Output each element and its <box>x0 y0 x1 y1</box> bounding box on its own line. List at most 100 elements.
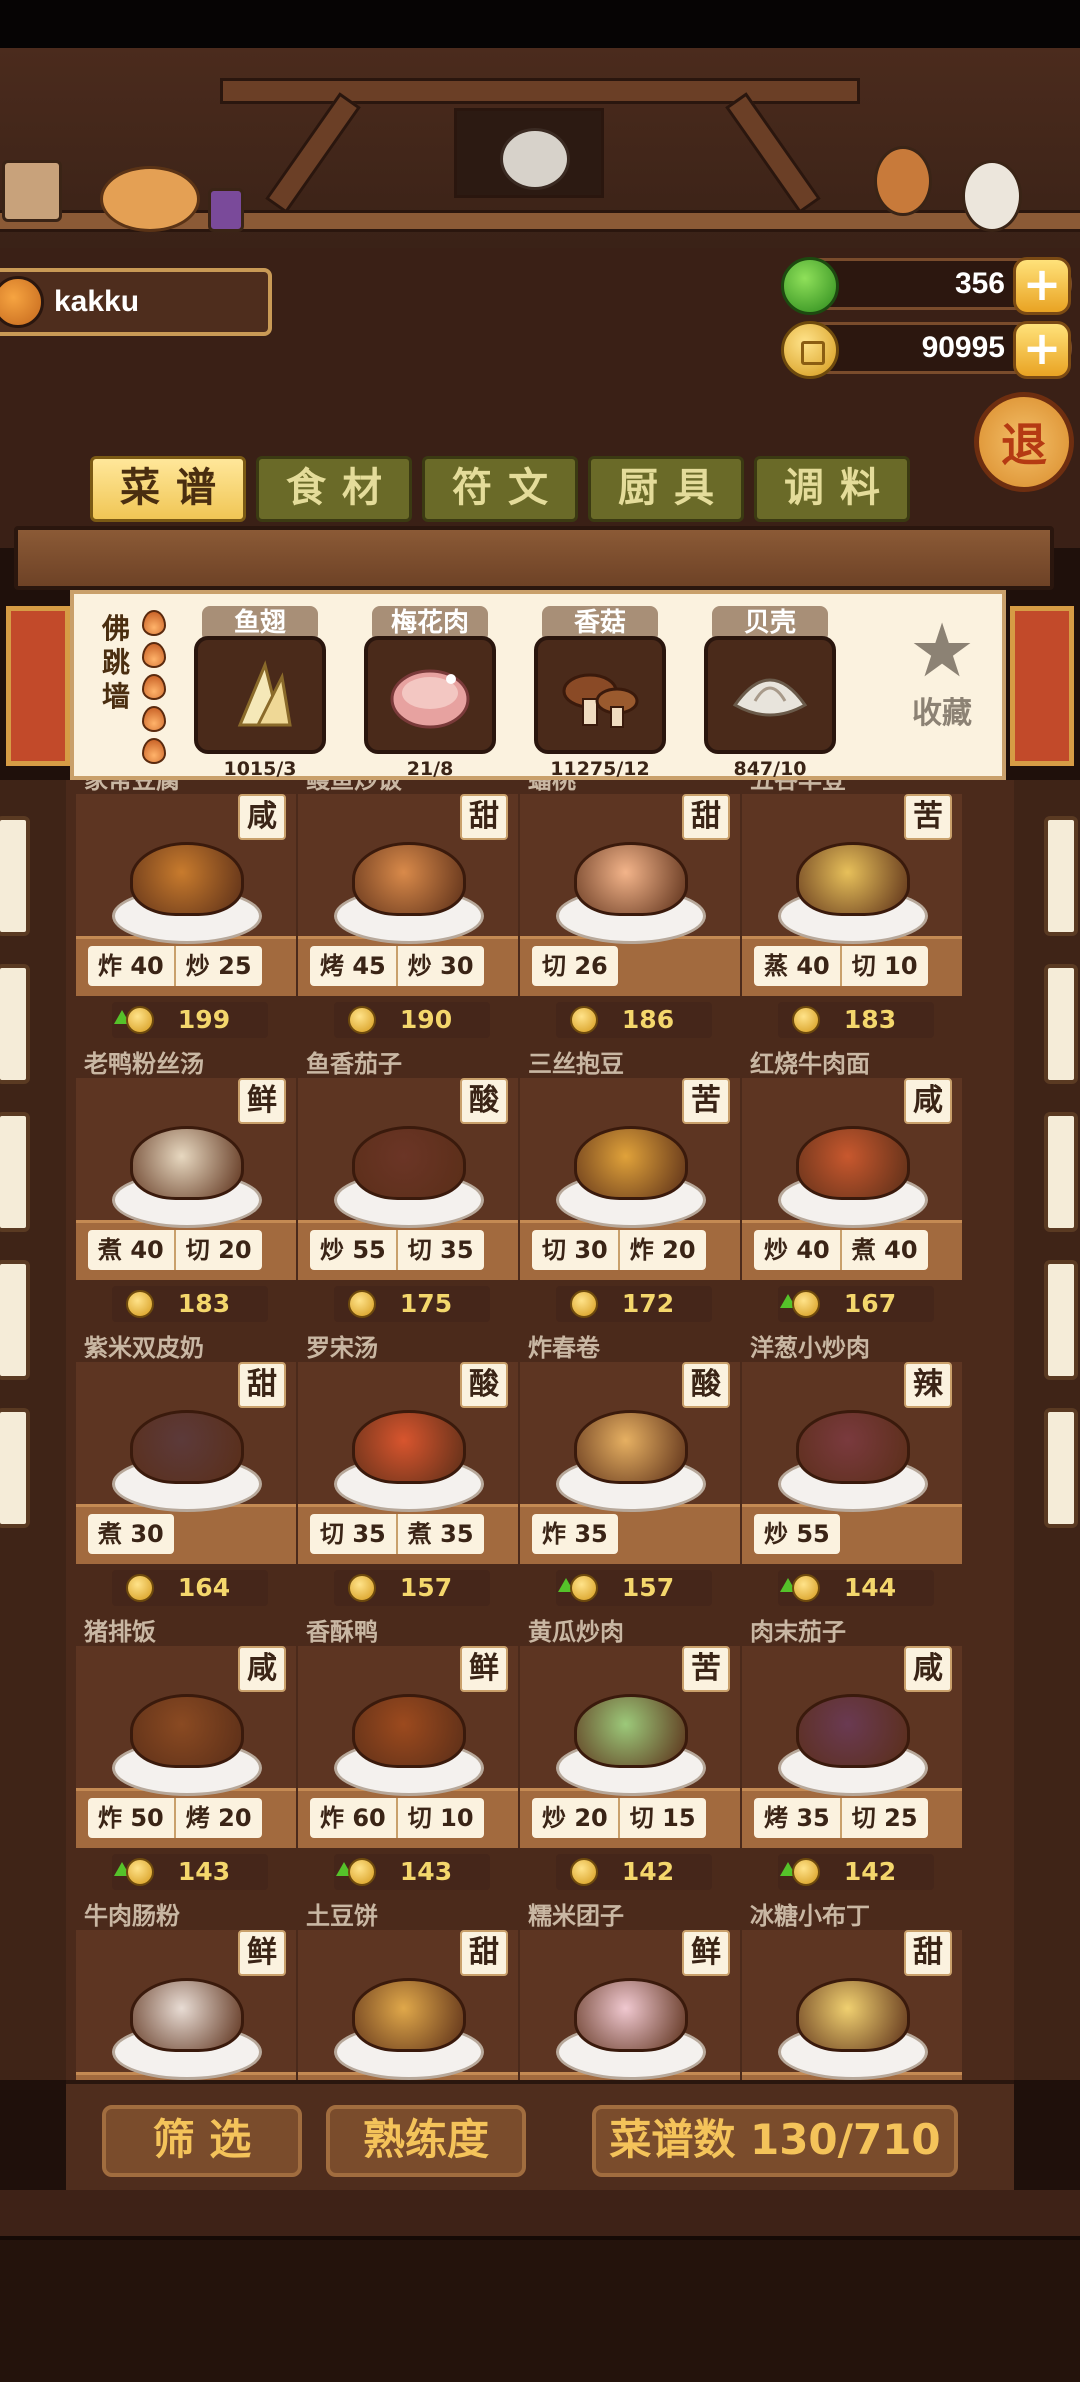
recipe-card[interactable]: 猪排饭咸炸 50 烤 20 143 <box>76 1610 296 1890</box>
player-card[interactable]: kakku <box>0 268 272 336</box>
price-value: 157 <box>621 1573 675 1602</box>
exit-button[interactable]: 退 <box>974 392 1074 492</box>
skill-value: 切 25 <box>839 1798 928 1838</box>
ingredient-slot[interactable]: 香菇 11275/12 <box>530 606 670 780</box>
mastery-button[interactable]: 熟练度 <box>326 2105 526 2177</box>
skill-value: 切 10 <box>839 946 928 986</box>
recipe-card[interactable]: 鳗鱼炒饭甜烤 45 炒 30 190 <box>298 780 518 1038</box>
coin-amount: 90995 <box>921 331 1005 364</box>
price-tag: 175 <box>334 1286 490 1322</box>
skill-value: 切 26 <box>542 952 608 980</box>
tab-recipes[interactable]: 菜谱 <box>90 456 246 522</box>
skill-value: 炸 20 <box>617 1230 706 1270</box>
orange-cat <box>100 166 200 232</box>
skill-value: 炒 25 <box>173 946 262 986</box>
recipe-card[interactable]: 罗宋汤酸切 35 煮 35 157 <box>298 1326 518 1606</box>
price-tag: 164 <box>112 1570 268 1606</box>
ingredient-slot[interactable]: 梅花肉 21/8 <box>360 606 500 780</box>
skill-value: 切 20 <box>173 1230 262 1270</box>
food <box>796 1694 910 1768</box>
skill-requirements: 切 35 煮 35 <box>310 1514 484 1554</box>
skill-value: 煮 40 <box>839 1230 928 1270</box>
recipe-name: 罗宋汤 <box>306 1334 378 1362</box>
tab-cookware[interactable]: 厨具 <box>588 456 744 522</box>
food <box>352 842 466 916</box>
recipe-card[interactable]: 家常豆腐咸炸 40 炒 25 199 <box>76 780 296 1038</box>
dish-detail-panel: 佛跳墙 鱼翅 1015/3 梅花肉 21/8 香菇 11275/12 贝壳 84… <box>70 590 1006 780</box>
player-avatar[interactable] <box>0 276 44 328</box>
skill-requirements: 煮 30 <box>88 1514 174 1554</box>
skill-value: 炒 30 <box>395 946 484 986</box>
recipe-card[interactable]: 牛肉肠粉鲜 <box>76 1894 296 2080</box>
tab-seasonings[interactable]: 调料 <box>754 456 910 522</box>
recipe-card[interactable]: 鱼香茄子酸炒 55 切 35 175 <box>298 1042 518 1322</box>
dish-icon <box>556 1118 706 1228</box>
price-value: 157 <box>399 1573 453 1602</box>
roof-strut <box>725 92 821 214</box>
price-tag: 157 <box>556 1570 712 1606</box>
recipe-count-button[interactable]: 菜谱数 130/710 <box>592 2105 958 2177</box>
recipe-name: 三丝抱豆 <box>528 1050 624 1078</box>
food <box>796 1410 910 1484</box>
coin-icon <box>792 1574 820 1602</box>
ingredient-slot[interactable]: 贝壳 847/10 <box>700 606 840 780</box>
recipe-card[interactable]: 糯米团子鲜 <box>520 1894 740 2080</box>
ingredient-slot[interactable]: 鱼翅 1015/3 <box>190 606 330 780</box>
filter-button[interactable]: 筛 选 <box>102 2105 302 2177</box>
food <box>574 1694 688 1768</box>
food <box>574 842 688 916</box>
skill-requirements: 炸 60 切 10 <box>310 1798 484 1838</box>
recipe-card[interactable]: 冰糖小布丁甜 <box>742 1894 962 2080</box>
tab-runes[interactable]: 符文 <box>422 456 578 522</box>
difficulty-flames <box>142 610 168 770</box>
recipe-card[interactable]: 肉末茄子咸烤 35 切 25 142 <box>742 1610 962 1890</box>
add-gems-button[interactable]: + <box>1013 257 1071 315</box>
recipe-card[interactable]: 三丝抱豆苦切 30 炸 20 172 <box>520 1042 740 1322</box>
dish-icon <box>556 1686 706 1796</box>
food <box>130 1126 244 1200</box>
recipe-card[interactable]: 香酥鸭鲜炸 60 切 10 143 <box>298 1610 518 1890</box>
add-coins-button[interactable]: + <box>1013 321 1071 379</box>
flame-icon <box>142 738 166 764</box>
food <box>130 1410 244 1484</box>
tab-ingredients[interactable]: 食材 <box>256 456 412 522</box>
ingredient-count: 847/10 <box>733 758 807 780</box>
dish-icon <box>334 1118 484 1228</box>
skill-value: 切 10 <box>395 1798 484 1838</box>
favorite-button[interactable]: ★ 收藏 <box>902 614 982 732</box>
recipe-card[interactable]: 老鸭粉丝汤鲜煮 40 切 20 183 <box>76 1042 296 1322</box>
recipe-card[interactable]: 五谷丰登苦蒸 40 切 10 183 <box>742 780 962 1038</box>
recipe-card[interactable]: 蟠桃甜切 26 186 <box>520 780 740 1038</box>
shark-fin-icon <box>194 636 326 754</box>
floor-board <box>0 2190 1080 2240</box>
flame-icon <box>142 610 166 636</box>
side-door <box>0 816 30 936</box>
skill-requirements: 炒 20 切 15 <box>532 1798 706 1838</box>
recipe-card[interactable]: 炸春卷酸炸 35 157 <box>520 1326 740 1606</box>
price-tag: 190 <box>334 1002 490 1038</box>
price-tag: 144 <box>778 1570 934 1606</box>
gem-counter: 356 + <box>781 257 1072 315</box>
recipe-card[interactable]: 红烧牛肉面咸炒 40 煮 40 167 <box>742 1042 962 1322</box>
coin-icon <box>126 1006 154 1034</box>
recipe-card[interactable]: 洋葱小炒肉辣炒 55 144 <box>742 1326 962 1606</box>
skill-value: 切 30 <box>542 1236 608 1264</box>
price-value: 199 <box>177 1005 231 1034</box>
price-value: 172 <box>621 1289 675 1318</box>
dish-icon <box>112 1970 262 2080</box>
skill-requirements: 切 30 炸 20 <box>532 1230 706 1270</box>
coin-counter: 90995 + <box>781 321 1072 379</box>
recipe-name: 鳗鱼炒饭 <box>306 780 402 794</box>
skill-value: 切 35 <box>395 1230 484 1270</box>
skill-requirements: 炒 55 切 35 <box>310 1230 484 1270</box>
dish-icon <box>778 1686 928 1796</box>
price-tag: 167 <box>778 1286 934 1322</box>
recipe-card[interactable]: 紫米双皮奶甜煮 30 164 <box>76 1326 296 1606</box>
recipe-card[interactable]: 黄瓜炒肉苦炒 20 切 15 142 <box>520 1610 740 1890</box>
recipe-grid-area[interactable]: 家常豆腐咸炸 40 炒 25 199 鳗鱼炒饭甜烤 45 炒 30 190 蟠桃甜切 26 1… <box>0 780 1080 2080</box>
favorite-label: 收藏 <box>912 696 972 731</box>
recipe-card[interactable]: 土豆饼甜 <box>298 1894 518 2080</box>
food <box>796 1126 910 1200</box>
recipe-name: 蟠桃 <box>528 780 576 794</box>
food <box>796 842 910 916</box>
